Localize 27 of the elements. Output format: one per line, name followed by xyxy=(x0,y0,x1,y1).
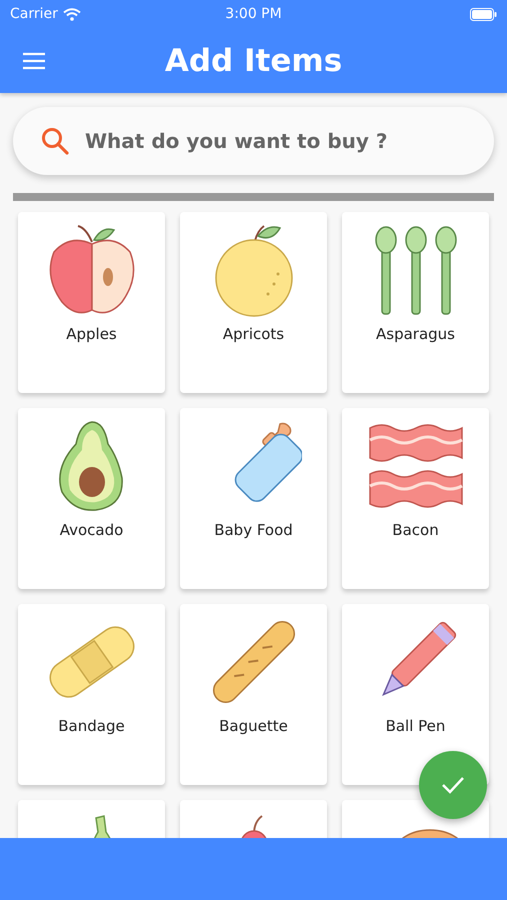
item-card[interactable]: Avocado xyxy=(18,408,165,589)
menu-icon[interactable] xyxy=(22,52,46,70)
item-card[interactable]: Bacon xyxy=(342,408,489,589)
clock-time: 3:00 PM xyxy=(225,6,282,22)
battery-icon xyxy=(470,8,497,20)
item-card[interactable]: Baby Food xyxy=(180,408,327,589)
page-title: Add Items xyxy=(164,42,342,78)
item-card[interactable]: Bandage xyxy=(18,604,165,785)
check-icon xyxy=(441,776,465,794)
item-label: Bacon xyxy=(392,521,439,539)
wifi-icon xyxy=(62,8,81,20)
search-field[interactable]: What do you want to buy ? xyxy=(83,128,470,154)
item-label: Bandage xyxy=(58,717,125,735)
carrier-label: Carrier xyxy=(10,6,58,22)
item-label: Asparagus xyxy=(376,325,455,343)
search-icon xyxy=(41,127,69,155)
item-label: Ball Pen xyxy=(386,717,446,735)
item-card[interactable]: Ball Pen xyxy=(342,604,489,785)
item-label: Apricots xyxy=(222,325,284,343)
item-label: Baby Food xyxy=(214,521,293,539)
item-card[interactable]: Apples xyxy=(18,212,165,393)
item-card[interactable]: Apricots xyxy=(180,212,327,393)
item-label: Avocado xyxy=(60,521,124,539)
item-label: Baguette xyxy=(219,717,288,735)
item-card[interactable]: Asparagus xyxy=(342,212,489,393)
item-label: Apples xyxy=(66,325,117,343)
item-card[interactable]: Baguette xyxy=(180,604,327,785)
